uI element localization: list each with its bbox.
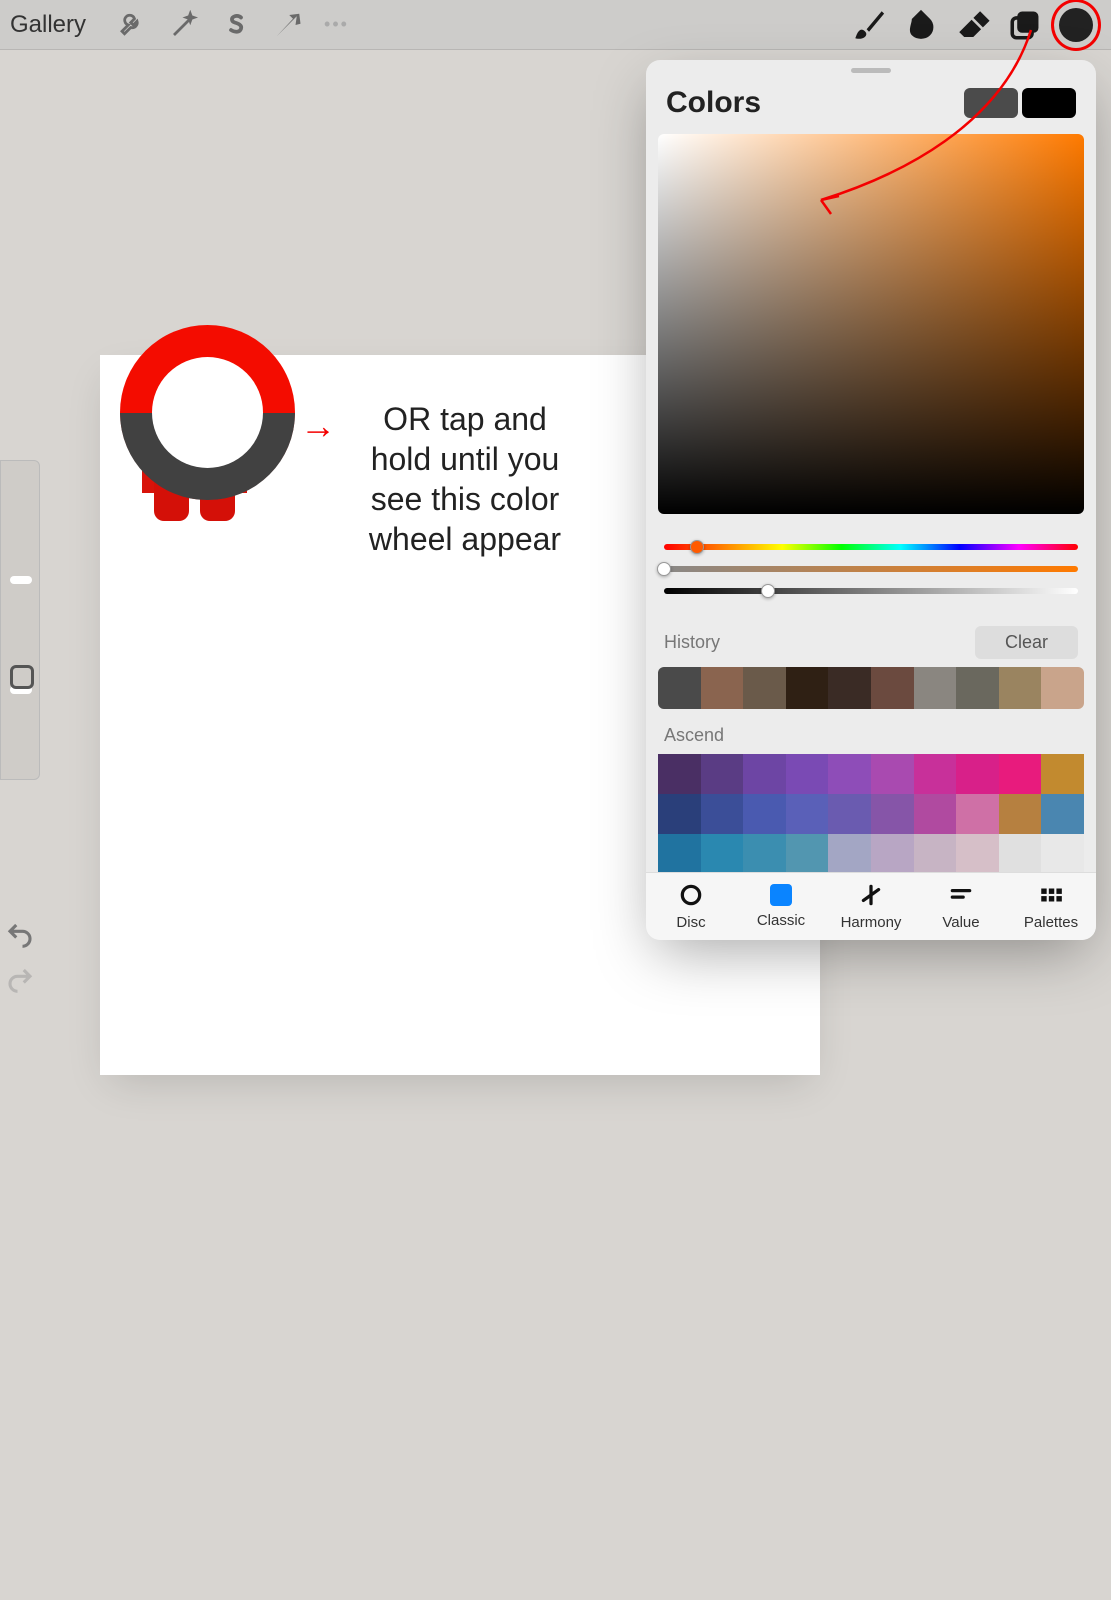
hue-slider[interactable] — [664, 544, 1078, 550]
instruction-text: OR tap and hold until you see this color… — [350, 399, 580, 559]
history-swatch[interactable] — [956, 667, 999, 709]
saturation-slider[interactable] — [664, 566, 1078, 572]
clear-history-button[interactable]: Clear — [975, 626, 1078, 659]
palette-swatch[interactable] — [956, 754, 999, 794]
palette-swatch[interactable] — [956, 834, 999, 874]
history-swatch[interactable] — [1041, 667, 1084, 709]
history-swatches — [658, 667, 1084, 709]
tab-harmony[interactable]: Harmony — [826, 873, 916, 940]
wrench-icon[interactable] — [112, 5, 152, 45]
overflow-dots-icon[interactable]: ••• — [324, 14, 349, 35]
previous-color-swatch[interactable] — [964, 88, 1018, 118]
history-swatch[interactable] — [999, 667, 1042, 709]
gallery-button[interactable]: Gallery — [10, 11, 86, 39]
palette-swatch[interactable] — [999, 754, 1042, 794]
palette-swatch[interactable] — [786, 754, 829, 794]
current-color-swatch[interactable] — [1022, 88, 1076, 118]
palette-name: Ascend — [646, 721, 1096, 754]
history-swatch[interactable] — [871, 667, 914, 709]
annotation-arrow-icon: → — [300, 405, 336, 447]
palette-swatch[interactable] — [914, 834, 957, 874]
palette-swatch[interactable] — [786, 834, 829, 874]
redo-icon[interactable] — [5, 965, 35, 995]
brush-icon[interactable] — [849, 5, 889, 45]
top-toolbar: Gallery ••• — [0, 0, 1111, 50]
palette-swatch[interactable] — [701, 834, 744, 874]
palette-swatch[interactable] — [658, 794, 701, 834]
palette-swatch[interactable] — [828, 794, 871, 834]
palette-swatch[interactable] — [828, 754, 871, 794]
tab-palettes[interactable]: Palettes — [1006, 873, 1096, 940]
palette-swatch[interactable] — [786, 794, 829, 834]
palette-swatch[interactable] — [999, 794, 1042, 834]
palette-swatch[interactable] — [1041, 794, 1084, 834]
colors-popover: Colors History Clear Ascend DiscClassicH… — [646, 60, 1096, 940]
palette-swatch[interactable] — [658, 834, 701, 874]
value-slider[interactable] — [664, 588, 1078, 594]
selection-s-icon[interactable] — [216, 5, 256, 45]
brush-size-opacity-slider[interactable] — [0, 460, 40, 780]
tab-disc[interactable]: Disc — [646, 873, 736, 940]
palette-swatch[interactable] — [956, 794, 999, 834]
history-swatch[interactable] — [828, 667, 871, 709]
palette-swatch[interactable] — [743, 834, 786, 874]
colors-title: Colors — [666, 86, 761, 120]
eyedropper-color-wheel — [120, 325, 295, 500]
palette-swatch[interactable] — [871, 794, 914, 834]
palette-grid — [658, 754, 1084, 874]
color-button[interactable] — [1051, 0, 1101, 50]
palette-swatch[interactable] — [914, 754, 957, 794]
palette-swatch[interactable] — [828, 834, 871, 874]
smudge-icon[interactable] — [901, 5, 941, 45]
history-label: History — [664, 632, 720, 653]
palette-swatch[interactable] — [1041, 754, 1084, 794]
history-swatch[interactable] — [701, 667, 744, 709]
palette-swatch[interactable] — [743, 794, 786, 834]
history-swatch[interactable] — [786, 667, 829, 709]
history-swatch[interactable] — [658, 667, 701, 709]
tab-classic[interactable]: Classic — [736, 873, 826, 940]
undo-icon[interactable] — [5, 920, 35, 950]
drag-handle[interactable] — [851, 68, 891, 73]
palette-swatch[interactable] — [658, 754, 701, 794]
palette-swatch[interactable] — [743, 754, 786, 794]
saturation-value-picker[interactable] — [658, 134, 1084, 514]
layers-icon[interactable] — [1005, 5, 1045, 45]
transform-arrow-icon[interactable] — [268, 5, 308, 45]
tab-value[interactable]: Value — [916, 873, 1006, 940]
wand-icon[interactable] — [164, 5, 204, 45]
palette-swatch[interactable] — [999, 834, 1042, 874]
palette-swatch[interactable] — [871, 834, 914, 874]
eraser-icon[interactable] — [953, 5, 993, 45]
palette-swatch[interactable] — [701, 754, 744, 794]
palette-swatch[interactable] — [1041, 834, 1084, 874]
modify-button[interactable] — [10, 665, 34, 689]
color-mode-tabs: DiscClassicHarmonyValuePalettes — [646, 872, 1096, 940]
history-swatch[interactable] — [914, 667, 957, 709]
history-swatch[interactable] — [743, 667, 786, 709]
palette-swatch[interactable] — [914, 794, 957, 834]
annotation-highlight-circle — [1051, 0, 1101, 51]
palette-swatch[interactable] — [701, 794, 744, 834]
palette-swatch[interactable] — [871, 754, 914, 794]
current-color-swatch — [1059, 8, 1093, 42]
